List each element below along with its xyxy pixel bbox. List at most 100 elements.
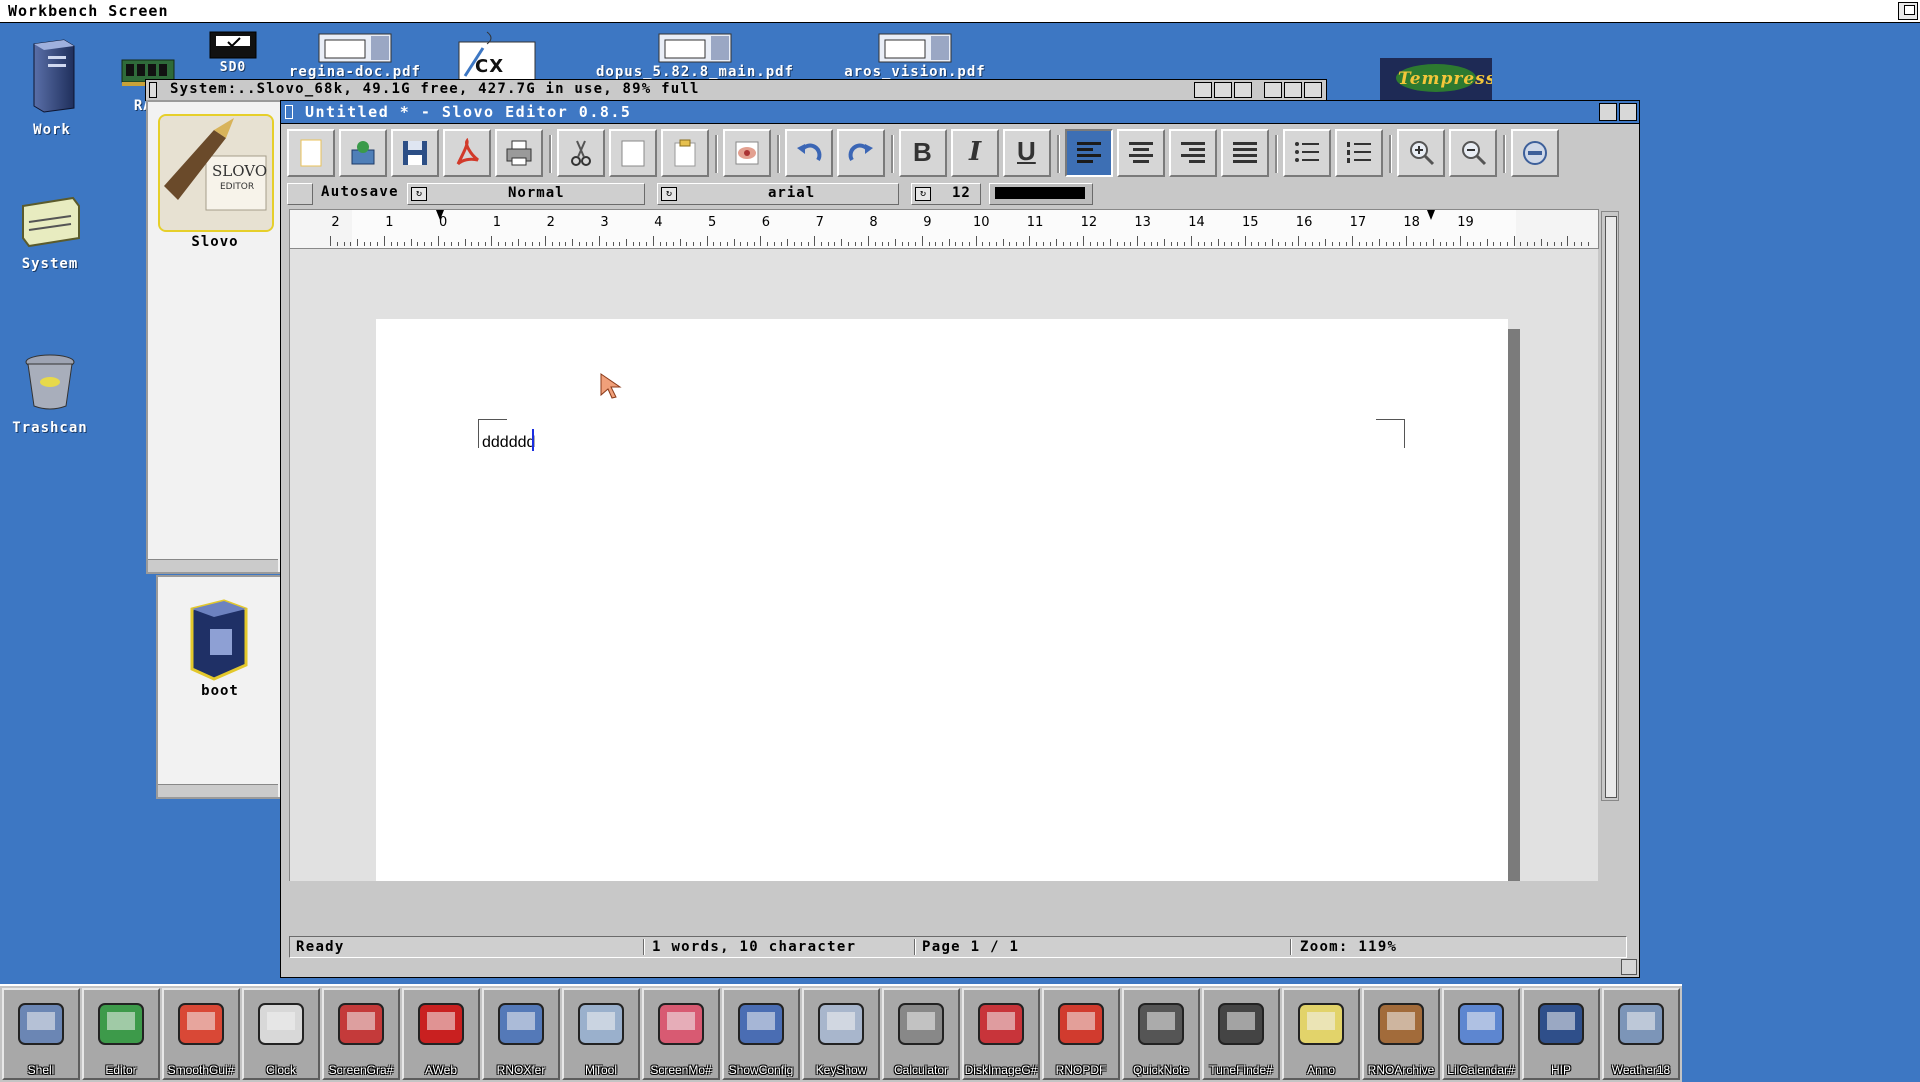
screen-title-bar[interactable]: Workbench Screen <box>0 0 1920 23</box>
dock-item-lilcalendar-[interactable]: LilCalendar# <box>1442 988 1520 1080</box>
redo-button[interactable] <box>837 129 885 177</box>
dock-item-mtool[interactable]: MTool <box>562 988 640 1080</box>
settings-button[interactable] <box>1511 129 1559 177</box>
scroll-knob[interactable] <box>1605 216 1617 798</box>
italic-button[interactable]: I <box>951 129 999 177</box>
dock-item-label: SmoothGui# <box>167 1063 235 1077</box>
dock-item-rnoarchive[interactable]: RNOArchive <box>1362 988 1440 1080</box>
desktop-icon-work[interactable]: Work <box>18 38 86 138</box>
dock-item-keyshow[interactable]: KeyShow <box>802 988 880 1080</box>
style-cycle[interactable]: ↻ Normal <box>407 183 645 205</box>
zoom-gadget[interactable] <box>1194 82 1212 98</box>
copy-button[interactable] <box>609 129 657 177</box>
editor-title-bar[interactable]: Untitled * - Slovo Editor 0.8.5 <box>281 101 1639 124</box>
underline-button[interactable]: U <box>1003 129 1051 177</box>
ruler-tick <box>1184 242 1186 246</box>
desktop-icon-tempress[interactable]: Tempress <box>1379 58 1495 106</box>
ruler-tick <box>1291 242 1293 246</box>
undo-button[interactable] <box>785 129 833 177</box>
dock-item-tunefinde-[interactable]: TuneFinde# <box>1202 988 1280 1080</box>
document-text[interactable]: dddddd <box>482 434 535 452</box>
desktop-icon-system[interactable]: System <box>10 192 90 272</box>
slovo-app-icon[interactable]: SLOVO EDITOR <box>158 114 274 232</box>
document-area[interactable]: dddddd <box>289 249 1598 881</box>
dock-item-rnoxfer[interactable]: RNOXfer <box>482 988 560 1080</box>
hard-drive-icon <box>33 39 75 113</box>
slovo-editor-window[interactable]: Untitled * - Slovo Editor 0.8.5 B I U Au… <box>280 100 1640 1029</box>
ruler-tick <box>1332 242 1333 246</box>
depth-gadget[interactable] <box>1619 103 1637 121</box>
ruler-tick <box>336 242 338 246</box>
close-gadget[interactable] <box>285 105 293 119</box>
desktop-icon-regina-doc[interactable]: regina-doc.pdf <box>270 32 440 80</box>
vertical-scrollbar[interactable]: ∧ V <box>1601 211 1619 1029</box>
system-drawer-window[interactable]: System:..Slovo_68k, 49.1G free, 427.7G i… <box>145 79 1327 101</box>
dock-item-screenmo-[interactable]: ScreenMo# <box>642 988 720 1080</box>
dock-item-quicknote[interactable]: QuickNote <box>1122 988 1200 1080</box>
paste-button[interactable] <box>661 129 709 177</box>
dock-item-calculator[interactable]: Calculator <box>882 988 960 1080</box>
ruler-tick <box>1358 242 1360 246</box>
depth-gadget[interactable] <box>1304 82 1322 98</box>
document-page[interactable]: dddddd <box>376 319 1508 881</box>
resize-gadget[interactable] <box>1621 959 1637 975</box>
numbered-list-button[interactable] <box>1335 129 1383 177</box>
desktop-icon-trashcan[interactable]: Trashcan <box>0 352 100 436</box>
autosave-checkbox[interactable] <box>287 183 313 205</box>
drawer-scrollbar[interactable] <box>148 559 278 572</box>
left-margin-marker[interactable] <box>436 210 444 222</box>
desktop-icon-aros-vision[interactable]: aros_vision.pdf <box>810 32 1020 80</box>
ruler-tick <box>612 242 614 246</box>
align-left-button[interactable] <box>1065 129 1113 177</box>
dock-item-showconfig[interactable]: ShowConfig <box>722 988 800 1080</box>
desktop-icon-sd0[interactable]: SD0 <box>204 30 262 75</box>
bold-button[interactable]: B <box>899 129 947 177</box>
align-center-button[interactable] <box>1117 129 1165 177</box>
text-color-button[interactable] <box>989 183 1093 205</box>
desktop-icon-cx[interactable]: CX <box>456 28 538 84</box>
mtool-icon <box>573 996 629 1052</box>
zoom-in-button[interactable] <box>1397 129 1445 177</box>
shell-icon <box>13 996 69 1052</box>
align-right-button[interactable] <box>1169 129 1217 177</box>
dock-item-clock[interactable]: Clock <box>242 988 320 1080</box>
zoom-out-button[interactable] <box>1449 129 1497 177</box>
slovo-drawer[interactable]: SLOVO EDITOR Slovo <box>146 100 284 574</box>
dock-item-screengra-[interactable]: ScreenGra# <box>322 988 400 1080</box>
dock-item-shell[interactable]: Shell <box>2 988 80 1080</box>
export-pdf-button[interactable] <box>443 129 491 177</box>
depth-gadget[interactable] <box>1234 82 1252 98</box>
dock-item-smoothgui-[interactable]: SmoothGui# <box>162 988 240 1080</box>
save-button[interactable] <box>391 129 439 177</box>
size-cycle[interactable]: ↻ 12 <box>911 183 981 205</box>
iconify-gadget[interactable] <box>1284 82 1302 98</box>
iconify-gadget[interactable] <box>1214 82 1232 98</box>
ruler-tick <box>1271 239 1273 246</box>
print-button[interactable] <box>495 129 543 177</box>
open-button[interactable] <box>339 129 387 177</box>
align-justify-button[interactable] <box>1221 129 1269 177</box>
desktop-icon-dopus-pdf[interactable]: dopus_5.82.8_main.pdf <box>570 32 820 80</box>
iconify-gadget[interactable] <box>1599 103 1617 121</box>
bullet-list-button[interactable] <box>1283 129 1331 177</box>
dock-item-weather18[interactable]: Weather18 <box>1602 988 1680 1080</box>
right-margin-marker[interactable] <box>1427 210 1435 222</box>
drawer-scrollbar[interactable] <box>158 784 278 797</box>
preview-button[interactable] <box>723 129 771 177</box>
dock-item-diskimageg-[interactable]: DiskImageG# <box>962 988 1040 1080</box>
dock-item-anno[interactable]: Anno <box>1282 988 1360 1080</box>
dock-item-rnopdf[interactable]: RNOPDF <box>1042 988 1120 1080</box>
screen-depth-gadget[interactable] <box>1898 2 1918 20</box>
ruler[interactable]: 2 1 0 1 2 3 4 5 6 7 8 9 10 11 12 13 14 15 16 17 18 19 <box>289 209 1599 249</box>
dock-item-editor[interactable]: Editor <box>82 988 160 1080</box>
boot-drawer[interactable]: boot <box>156 575 284 799</box>
new-document-button[interactable] <box>287 129 335 177</box>
close-gadget[interactable] <box>149 82 157 98</box>
dock-item-hip[interactable]: HIP <box>1522 988 1600 1080</box>
ruler-tick <box>619 242 621 246</box>
font-cycle[interactable]: ↻ arial <box>657 183 899 205</box>
dock-item-aweb[interactable]: AWeb <box>402 988 480 1080</box>
zoom-gadget[interactable] <box>1264 82 1282 98</box>
cut-button[interactable] <box>557 129 605 177</box>
scroll-track[interactable] <box>1601 211 1619 801</box>
